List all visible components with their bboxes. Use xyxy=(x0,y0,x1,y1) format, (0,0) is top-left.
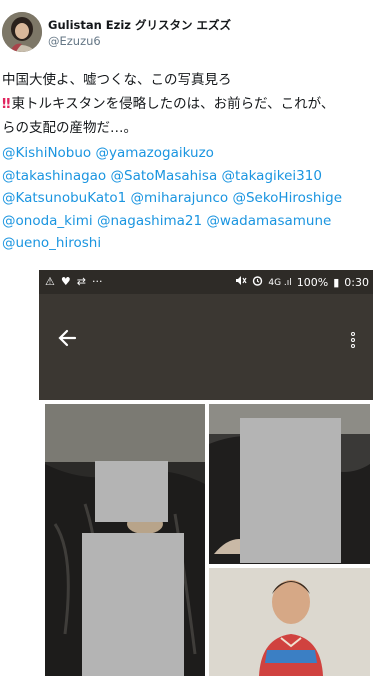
mention-link[interactable]: @KatsunobuKato1 xyxy=(2,190,126,206)
mentions-block: @KishiNobuo @yamazogaikuzo @takashinagao… xyxy=(2,142,372,255)
heart-icon: ♥ xyxy=(60,275,71,288)
mute-icon xyxy=(235,275,247,290)
phone-status-bar: ⚠ ♥ ⇄ ··· 4G .ıl 100% ▮ 0:30 xyxy=(39,270,373,294)
redaction-block xyxy=(82,533,184,676)
tweet-line-2: ‼ 東トルキスタンを侵略したのは、お前らだ、これが、 xyxy=(2,92,372,116)
photo-gallery xyxy=(39,400,373,676)
mention-link[interactable]: @SekoHiroshige xyxy=(232,190,342,206)
kebab-menu-icon[interactable] xyxy=(349,332,357,356)
mention-link[interactable]: @takashinagao xyxy=(2,168,106,184)
tweet-media-image[interactable]: ⚠ ♥ ⇄ ··· 4G .ıl 100% ▮ 0:30 xyxy=(39,270,373,676)
mention-link[interactable]: @SatoMasahisa xyxy=(111,168,218,184)
tweet-text: 中国大使よ、嘘つくな、この写真見ろ ‼ 東トルキスタンを侵略したのは、お前らだ、こ… xyxy=(2,68,372,140)
mention-link[interactable]: @wadamasamune xyxy=(206,213,331,229)
status-right-icons: 4G .ıl 100% ▮ 0:30 xyxy=(235,275,369,290)
battery-percent: 100% xyxy=(296,275,329,289)
tweet-line-3: らの支配の産物だ…。 xyxy=(2,120,137,136)
redaction-block xyxy=(240,418,341,563)
tweet-line-2-text: 東トルキスタンを侵略したのは、お前らだ、これが、 xyxy=(11,96,335,112)
mention-link[interactable]: @miharajunco xyxy=(131,190,229,206)
battery-icon: ▮ xyxy=(333,275,340,289)
author-handle[interactable]: @Ezuzu6 xyxy=(48,34,101,48)
tweet-header: Gulistan Eziz グリスタン エズズ @Ezuzu6 xyxy=(0,0,373,62)
mention-row: @takashinagao @SatoMasahisa @takagikei31… xyxy=(2,165,372,188)
more-notifications-icon: ··· xyxy=(91,275,103,288)
mention-link[interactable]: @yamazogaikuzo xyxy=(95,145,213,161)
mention-link[interactable]: @takagikei310 xyxy=(222,168,322,184)
double-exclamation-icon: ‼ xyxy=(2,96,11,112)
mention-row: @KatsunobuKato1 @miharajunco @SekoHirosh… xyxy=(2,187,372,210)
network-signal-icon: 4G .ıl xyxy=(268,277,292,288)
author-display-name[interactable]: Gulistan Eziz グリスタン エズズ xyxy=(48,17,231,33)
mention-row: @onoda_kimi @nagashima21 @wadamasamune xyxy=(2,210,372,233)
arrow-back-icon[interactable] xyxy=(57,328,81,352)
tweet-line-1: 中国大使よ、嘘つくな、この写真見ろ xyxy=(2,72,232,88)
mention-link[interactable]: @onoda_kimi xyxy=(2,213,93,229)
mention-link[interactable]: @ueno_hiroshi xyxy=(2,235,101,251)
clock-time: 0:30 xyxy=(344,275,369,289)
gallery-photo[interactable] xyxy=(45,404,205,676)
gallery-photo[interactable] xyxy=(209,568,370,676)
avatar[interactable] xyxy=(2,12,42,52)
gallery-photo[interactable] xyxy=(209,404,370,564)
mention-link[interactable]: @KishiNobuo xyxy=(2,145,91,161)
mention-row: @KishiNobuo @yamazogaikuzo xyxy=(2,142,372,165)
app-bar xyxy=(39,294,373,400)
status-left-icons: ⚠ ♥ ⇄ ··· xyxy=(45,275,102,289)
retweet-icon: ⇄ xyxy=(76,275,86,288)
mention-row: @ueno_hiroshi xyxy=(2,232,372,255)
mention-link[interactable]: @nagashima21 xyxy=(97,213,202,229)
alarm-icon xyxy=(252,275,263,290)
warning-icon: ⚠ xyxy=(45,275,55,288)
redaction-block xyxy=(95,461,168,522)
